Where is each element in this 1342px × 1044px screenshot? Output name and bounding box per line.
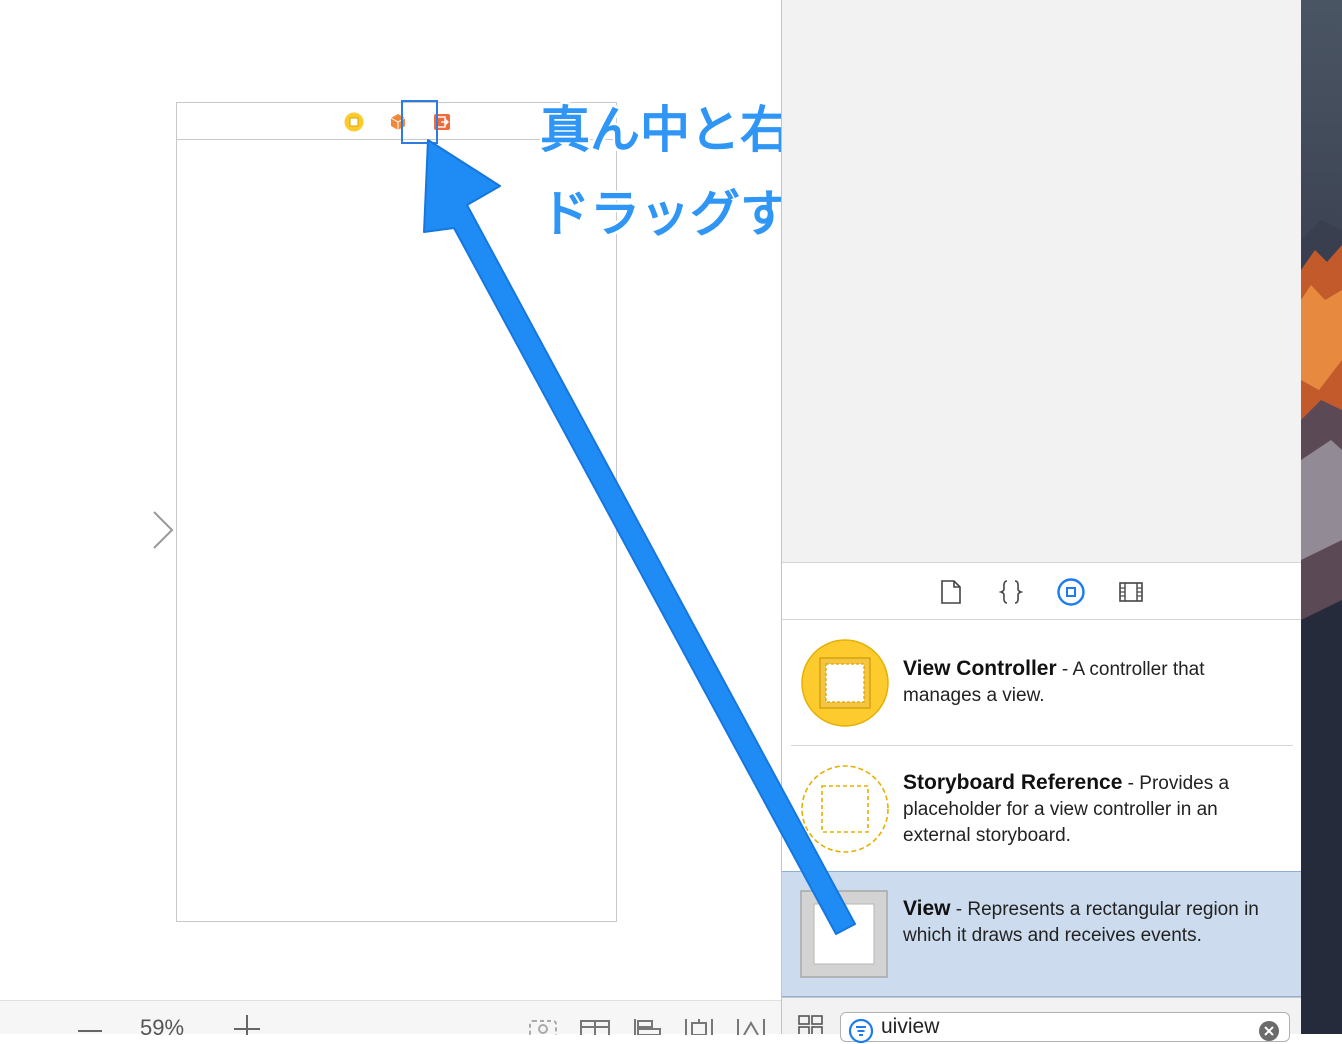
zoom-out-icon[interactable] — [76, 1011, 104, 1035]
list-item-view-controller[interactable]: View Controller - A controller that mana… — [782, 620, 1302, 745]
stack-icon[interactable] — [578, 1015, 612, 1035]
view-controller-object-icon — [801, 639, 889, 727]
storyboard-canvas[interactable]: 真ん中と右のアイコンの間に ドラッグすると、、、 — [0, 0, 1188, 1000]
clear-search-icon[interactable] — [1258, 1020, 1280, 1042]
item-title: View — [903, 897, 951, 920]
utility-area: View Controller - A controller that mana… — [781, 0, 1302, 1044]
view-controller-icon[interactable] — [344, 112, 364, 132]
storyboard-reference-icon — [801, 765, 889, 853]
inspector-pane — [782, 0, 1302, 562]
view-object-icon — [800, 890, 888, 978]
zoom-in-icon[interactable] — [232, 1011, 262, 1035]
resolve-issues-icon[interactable] — [734, 1015, 768, 1035]
canvas-bottom-bar: 59% — [0, 1000, 781, 1040]
file-template-library-icon[interactable] — [936, 577, 966, 607]
item-description: - Represents a rectangular region in whi… — [903, 899, 1259, 946]
object-library-list[interactable]: View Controller - A controller that mana… — [782, 620, 1302, 997]
item-title: Storyboard Reference — [903, 771, 1123, 794]
library-tab-bar — [782, 562, 1302, 620]
pin-icon[interactable] — [682, 1015, 716, 1035]
desktop-background — [1301, 0, 1342, 1034]
media-library-icon[interactable] — [1116, 577, 1146, 607]
library-filter-bar — [782, 997, 1302, 1044]
list-item-storyboard-reference[interactable]: Storyboard Reference - Provides a placeh… — [791, 745, 1293, 871]
filter-icon — [848, 1018, 874, 1044]
library-filter-input[interactable] — [840, 1012, 1290, 1042]
list-item-view[interactable]: View - Represents a rectangular region i… — [782, 871, 1302, 997]
align-icon[interactable] — [630, 1015, 664, 1035]
grid-view-icon[interactable] — [796, 1014, 826, 1034]
mountain-wallpaper — [1301, 220, 1342, 1034]
item-title: View Controller — [903, 657, 1057, 680]
code-snippet-library-icon[interactable] — [996, 577, 1026, 607]
drop-target-highlight — [401, 100, 438, 144]
update-frames-icon[interactable] — [526, 1015, 560, 1035]
zoom-level: 59% — [140, 1015, 185, 1040]
object-library-icon[interactable] — [1056, 577, 1086, 607]
initial-view-controller-arrow[interactable] — [58, 510, 178, 550]
